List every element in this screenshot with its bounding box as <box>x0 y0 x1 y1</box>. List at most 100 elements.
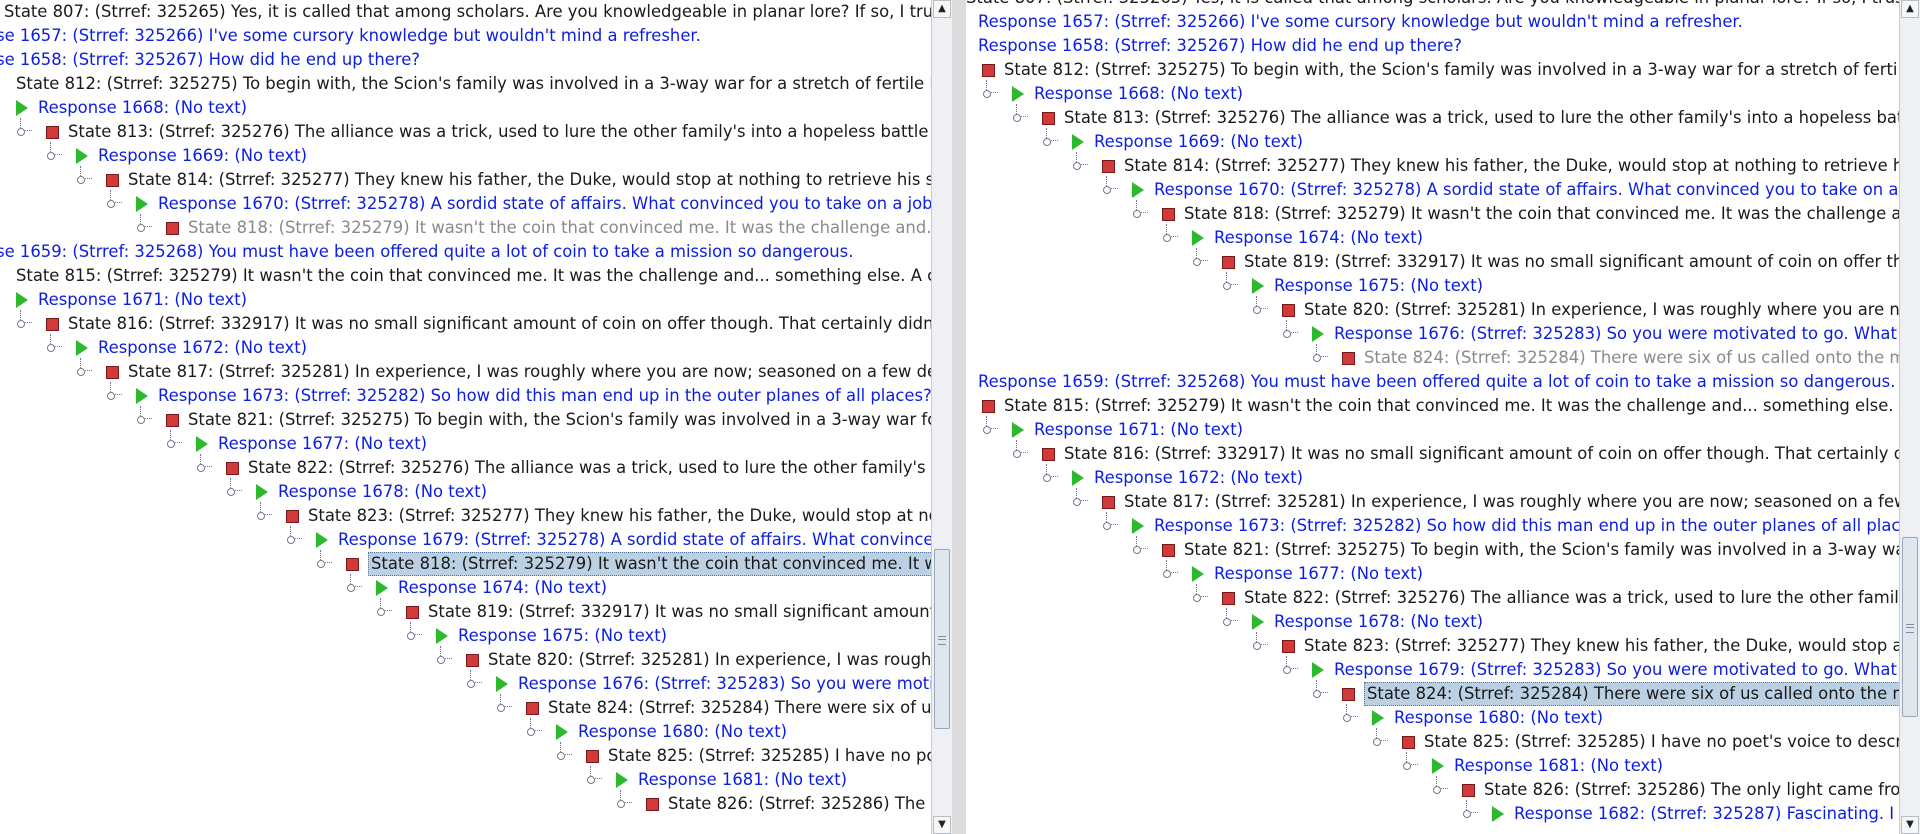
tree-connector[interactable] <box>584 766 602 786</box>
tree-connector[interactable] <box>1010 440 1028 460</box>
tree-node-response[interactable]: Response 1677: (No text) <box>0 430 932 456</box>
tree-connector[interactable] <box>1070 488 1088 508</box>
tree-node-response[interactable]: Response 1669: (No text) <box>0 142 932 168</box>
tree-node-state[interactable]: State 823: (Strref: 325277) They knew hi… <box>0 502 932 528</box>
tree-node-response[interactable]: Response 1682: (Strref: 325287) Fascinat… <box>966 800 1900 826</box>
tree-connector[interactable] <box>980 416 998 436</box>
tree-connector[interactable] <box>44 142 62 162</box>
tree-connector[interactable] <box>1130 536 1148 556</box>
tree-node-response[interactable]: Response 1681: (No text) <box>966 752 1900 778</box>
tree-node-state[interactable]: State 824: (Strref: 325284) There were s… <box>0 694 932 720</box>
tree-node-response[interactable]: Response 1670: (Strref: 325278) A sordid… <box>0 190 932 216</box>
tree-connector[interactable] <box>980 80 998 100</box>
tree-node-response[interactable]: Response 1679: (Strref: 325278) A sordid… <box>0 526 932 552</box>
vertical-scrollbar-right[interactable]: ▲ ▼ <box>1899 0 1920 834</box>
tree-node-response[interactable]: Response 1658: (Strref: 325267) How did … <box>0 48 932 72</box>
tree-connector[interactable] <box>1190 584 1208 604</box>
tree-connector[interactable] <box>104 190 122 210</box>
tree-node-state[interactable]: State 821: (Strref: 325275) To begin wit… <box>966 536 1900 562</box>
tree-connector[interactable] <box>1130 200 1148 220</box>
tree-connector[interactable] <box>1310 680 1328 700</box>
scroll-thumb-left[interactable] <box>934 549 950 730</box>
tree-node-state[interactable]: State 813: (Strref: 325276) The alliance… <box>0 118 932 144</box>
tree-connector[interactable] <box>194 454 212 474</box>
tree-node-state[interactable]: State 825: (Strref: 325285) I have no po… <box>0 742 932 768</box>
tree-node-response[interactable]: Response 1672: (No text) <box>0 334 932 360</box>
tree-node-state[interactable]: State 812: (Strref: 325275) To begin wit… <box>0 72 932 96</box>
tree-node-response[interactable]: Response 1657: (Strref: 325266) I've som… <box>0 24 932 48</box>
tree-node-state[interactable]: State 814: (Strref: 325277) They knew hi… <box>0 166 932 192</box>
tree-node-state[interactable]: State 822: (Strref: 325276) The alliance… <box>966 584 1900 610</box>
tree-node-state[interactable]: State 818: (Strref: 325279) It wasn't th… <box>966 200 1900 226</box>
tree-node-response[interactable]: Response 1681: (No text) <box>0 766 932 792</box>
dialog-tree-right[interactable]: State 807: (Strref: 325265) Yes, it is c… <box>966 0 1900 834</box>
tree-connector[interactable] <box>14 118 32 138</box>
tree-node-response[interactable]: Response 1671: (No text) <box>966 416 1900 442</box>
tree-node-response[interactable]: Response 1680: (No text) <box>0 718 932 744</box>
scroll-down-button-right[interactable]: ▼ <box>1901 816 1919 834</box>
tree-node-response[interactable]: Response 1677: (No text) <box>966 560 1900 586</box>
tree-node-state[interactable]: State 826: (Strref: 325286) The o <box>0 790 932 816</box>
tree-connector[interactable] <box>74 166 92 186</box>
tree-node-response[interactable]: Response 1679: (Strref: 325283) So you w… <box>966 656 1900 682</box>
tree-node-response[interactable]: Response 1676: (Strref: 325283) So you w… <box>966 320 1900 346</box>
tree-connector[interactable] <box>164 430 182 450</box>
tree-connector[interactable] <box>1310 344 1328 364</box>
tree-node-response[interactable]: Response 1657: (Strref: 325266) I've som… <box>966 10 1900 34</box>
tree-node-response[interactable]: Response 1670: (Strref: 325278) A sordid… <box>966 176 1900 202</box>
tree-node-response[interactable]: Response 1659: (Strref: 325268) You must… <box>0 240 932 264</box>
scroll-up-button-right[interactable]: ▲ <box>1901 0 1919 18</box>
tree-connector[interactable] <box>1370 728 1388 748</box>
tree-node-state[interactable]: State 807: (Strref: 325265) Yes, it is c… <box>966 0 1900 10</box>
tree-node-state[interactable]: State 813: (Strref: 325276) The alliance… <box>966 104 1900 130</box>
tree-connector[interactable] <box>404 622 422 642</box>
tree-node-response[interactable]: Response 1676: (Strref: 325283) So you w… <box>0 670 932 696</box>
tree-node-state[interactable]: State 823: (Strref: 325277) They knew hi… <box>966 632 1900 658</box>
tree-connector[interactable] <box>14 310 32 330</box>
tree-connector[interactable] <box>284 526 302 546</box>
scroll-thumb-right[interactable] <box>1902 537 1918 718</box>
vertical-scrollbar-left[interactable]: ▲ ▼ <box>931 0 952 834</box>
dialog-tree-left[interactable]: State 807: (Strref: 325265) Yes, it is c… <box>0 0 932 834</box>
tree-connector[interactable] <box>464 670 482 690</box>
tree-node-state[interactable]: State 816: (Strref: 332917) It was no sm… <box>0 310 932 336</box>
tree-node-response[interactable]: Response 1678: (No text) <box>966 608 1900 634</box>
tree-node-response[interactable]: Response 1674: (No text) <box>0 574 932 600</box>
tree-node-response[interactable]: Response 1674: (No text) <box>966 224 1900 250</box>
tree-node-state[interactable]: State 821: (Strref: 325275) To begin wit… <box>0 406 932 432</box>
tree-connector[interactable] <box>1190 248 1208 268</box>
tree-connector[interactable] <box>1280 320 1298 340</box>
dialog-tree-pane-right[interactable]: State 807: (Strref: 325265) Yes, it is c… <box>966 0 1920 834</box>
tree-connector[interactable] <box>1460 800 1478 820</box>
tree-node-response[interactable]: Response 1675: (No text) <box>966 272 1900 298</box>
tree-connector[interactable] <box>554 742 572 762</box>
tree-connector[interactable] <box>494 694 512 714</box>
tree-connector[interactable] <box>1400 752 1418 772</box>
tree-node-response[interactable]: Response 1669: (No text) <box>966 128 1900 154</box>
tree-node-state[interactable]: State 820: (Strref: 325281) In experienc… <box>966 296 1900 322</box>
tree-connector[interactable] <box>1040 464 1058 484</box>
tree-connector[interactable] <box>1250 296 1268 316</box>
tree-node-state[interactable]: State 815: (Strref: 325279) It wasn't th… <box>966 394 1900 418</box>
tree-connector[interactable] <box>1100 176 1118 196</box>
tree-node-response[interactable]: Response 1658: (Strref: 325267) How did … <box>966 34 1900 58</box>
tree-node-state[interactable]: State 815: (Strref: 325279) It wasn't th… <box>0 264 932 288</box>
tree-node-state[interactable]: State 825: (Strref: 325285) I have no po… <box>966 728 1900 754</box>
tree-node-state[interactable]: State 814: (Strref: 325277) They knew hi… <box>966 152 1900 178</box>
tree-connector[interactable] <box>374 598 392 618</box>
tree-connector[interactable] <box>1160 560 1178 580</box>
tree-connector[interactable] <box>1040 128 1058 148</box>
tree-node-response[interactable]: Response 1675: (No text) <box>0 622 932 648</box>
tree-connector[interactable] <box>134 214 152 234</box>
tree-node-response[interactable]: Response 1659: (Strref: 325268) You must… <box>966 370 1900 394</box>
tree-connector[interactable] <box>1070 152 1088 172</box>
tree-connector[interactable] <box>524 718 542 738</box>
tree-node-state[interactable]: State 818: (Strref: 325279) It wasn't th… <box>0 214 932 240</box>
tree-node-state[interactable]: State 819: (Strref: 332917) It was no sm… <box>0 598 932 624</box>
dialog-tree-pane-left[interactable]: State 807: (Strref: 325265) Yes, it is c… <box>0 0 952 834</box>
tree-connector[interactable] <box>1160 224 1178 244</box>
tree-connector[interactable] <box>1250 632 1268 652</box>
scroll-up-button-left[interactable]: ▲ <box>933 0 951 18</box>
tree-connector[interactable] <box>1280 656 1298 676</box>
tree-node-state[interactable]: State 818: (Strref: 325279) It wasn't th… <box>0 550 932 576</box>
